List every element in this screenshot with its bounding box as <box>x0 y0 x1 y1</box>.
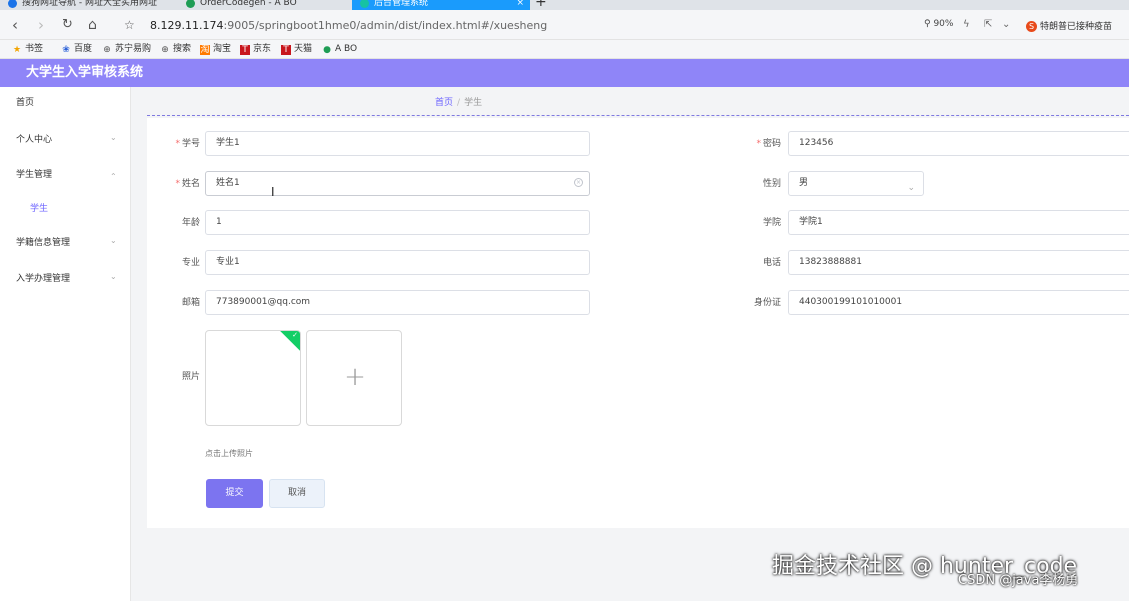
zoom-level[interactable]: ⚲ 90% <box>924 19 953 29</box>
bookmark-tmall[interactable]: T 天猫 <box>281 43 312 55</box>
uploaded-photo[interactable]: ✓ <box>205 330 301 426</box>
url-path: :9005/springboot1hme0/admin/dist/index.h… <box>223 19 548 32</box>
college-label: 学院 <box>762 218 781 228</box>
name-input[interactable]: 姓名1 × <box>205 171 590 196</box>
name-label: * 姓名 <box>175 179 200 189</box>
student-form: * 学号 学生1 * 密码 123456 * 姓名 姓名1 × 性别 男 ⌄ 年龄 1… <box>147 118 1129 528</box>
phone-input[interactable]: 13823888881 <box>788 250 1129 275</box>
tmall-icon: T <box>281 45 291 55</box>
forward-icon[interactable]: › <box>38 16 44 34</box>
share-icon[interactable]: ⇱ <box>984 19 992 30</box>
chevron-down-icon: ⌄ <box>110 236 117 245</box>
submit-button[interactable]: 提交 <box>206 479 263 508</box>
app-title: 大学生入学审核系统 <box>26 65 144 80</box>
globe-icon: ⊕ <box>103 45 111 55</box>
breadcrumb-home[interactable]: 首页 <box>435 98 453 108</box>
bookmark-search[interactable]: ⊕ 搜索 <box>160 43 191 55</box>
plus-icon: + <box>344 362 366 392</box>
browser-tab-admin[interactable]: 后台管理系统 × <box>352 0 530 10</box>
baidu-icon: ❀ <box>62 45 70 55</box>
breadcrumb-current: 学生 <box>464 98 483 108</box>
bookmark-suning[interactable]: ⊕ 苏宁易购 <box>102 43 151 55</box>
back-icon[interactable]: ‹ <box>12 16 18 34</box>
password-input[interactable]: 123456 <box>788 131 1129 156</box>
photo-label: 照片 <box>181 372 200 382</box>
gender-label: 性别 <box>762 179 781 189</box>
chevron-down-icon: ⌄ <box>907 183 915 193</box>
upload-photo-button[interactable]: + <box>306 330 402 426</box>
age-input[interactable]: 1 <box>205 210 590 235</box>
sidebar-item-admission-processing[interactable]: 入学办理管理 <box>16 273 70 285</box>
student-id-label: * 学号 <box>175 139 200 149</box>
phone-label: 电话 <box>762 258 781 268</box>
bookmark-jd[interactable]: T 京东 <box>240 43 271 55</box>
address-bar[interactable]: 8.129.11.174:9005/springboot1hme0/admin/… <box>150 18 547 34</box>
chevron-up-icon: ⌃ <box>110 172 117 181</box>
browser-tab-ordercodegen[interactable]: OrderCodegen - A BO <box>178 0 348 10</box>
bookmark-taobao[interactable]: 淘淘宝 <box>200 43 231 55</box>
main-content: 首页 / 学生 * 学号 学生1 * 密码 123456 * 姓名 姓名1 × 性别 男 … <box>131 87 1129 601</box>
browser-tab-bar: 搜狗网址导航 - 网址大全实用网址 OrderCodegen - A BO 后台… <box>0 0 1129 10</box>
gender-select[interactable]: 男 ⌄ <box>788 171 924 196</box>
bookmark-baidu[interactable]: ❀ 百度 <box>61 43 92 55</box>
site-icon: ● <box>323 45 331 55</box>
sidebar-item-profile[interactable]: 个人中心 <box>16 134 52 146</box>
bookmark-abo[interactable]: ● A BO <box>322 43 357 55</box>
sidebar-item-home[interactable]: 首页 <box>16 97 34 109</box>
news-headline[interactable]: S 特朗普已接种疫苗 <box>1026 19 1112 32</box>
upload-hint: 点击上传照片 <box>205 449 253 458</box>
sidebar-item-enrollment-info[interactable]: 学籍信息管理 <box>16 237 70 249</box>
sidebar: 首页 个人中心 ⌄ 学生管理 ⌃ 学生 学籍信息管理 ⌄ 入学办理管理 ⌄ <box>0 87 131 601</box>
major-label: 专业 <box>181 258 200 268</box>
text-cursor-icon: I <box>271 185 275 199</box>
site-icon <box>186 0 195 8</box>
password-label: * 密码 <box>756 139 781 149</box>
chevron-down-icon: ⌄ <box>110 272 117 281</box>
chevron-down-icon: ⌄ <box>110 133 117 142</box>
chevron-down-icon[interactable]: ⌄ <box>1002 19 1010 30</box>
breadcrumb-separator: / <box>457 98 461 108</box>
header-divider <box>147 115 1129 116</box>
lightning-icon[interactable]: ϟ <box>963 19 970 30</box>
bookmarks-bar: ★ 书签 ❀ 百度 ⊕ 苏宁易购 ⊕ 搜索 淘淘宝 T 京东 T 天猫 ● A BO <box>0 40 1129 59</box>
student-id-input[interactable]: 学生1 <box>205 131 590 156</box>
site-icon <box>360 0 369 8</box>
sidebar-item-student-management[interactable]: 学生管理 <box>16 169 52 181</box>
close-tab-icon[interactable]: × <box>516 0 524 10</box>
email-label: 邮箱 <box>181 298 200 308</box>
id-card-label: 身份证 <box>753 298 781 308</box>
star-icon: ★ <box>12 45 22 55</box>
url-host: 8.129.11.174 <box>150 19 224 32</box>
browser-tab-sogou[interactable]: 搜狗网址导航 - 网址大全实用网址 <box>0 0 168 10</box>
sidebar-subitem-student[interactable]: 学生 <box>30 203 48 215</box>
taobao-icon: 淘 <box>200 45 210 55</box>
bookmark-folder[interactable]: ★ 书签 <box>12 43 43 55</box>
reload-icon[interactable]: ↻ <box>62 16 73 34</box>
clear-icon[interactable]: × <box>574 178 583 187</box>
cancel-button[interactable]: 取消 <box>269 479 325 508</box>
sogou-search-icon: S <box>1026 21 1037 32</box>
star-icon[interactable]: ☆ <box>124 16 135 34</box>
check-icon: ✓ <box>292 331 298 339</box>
jd-icon: T <box>240 45 250 55</box>
id-card-input[interactable]: 440300199101010001 <box>788 290 1129 315</box>
age-label: 年龄 <box>181 218 200 228</box>
major-input[interactable]: 专业1 <box>205 250 590 275</box>
browser-nav-bar: ‹ › ↻ ⌂ ☆ 8.129.11.174:9005/springboot1h… <box>0 10 1129 40</box>
breadcrumb: 首页 / 学生 <box>435 97 482 109</box>
email-input[interactable]: 773890001@qq.com <box>205 290 590 315</box>
watermark-csdn: CSDN @java李杨勇 <box>958 573 1079 588</box>
home-icon[interactable]: ⌂ <box>88 16 97 34</box>
globe-icon: ⊕ <box>161 45 169 55</box>
sogou-icon <box>8 0 17 8</box>
college-input[interactable]: 学院1 <box>788 210 1129 235</box>
app-header: 大学生入学审核系统 <box>0 59 1129 87</box>
new-tab-button[interactable]: + <box>535 0 547 10</box>
